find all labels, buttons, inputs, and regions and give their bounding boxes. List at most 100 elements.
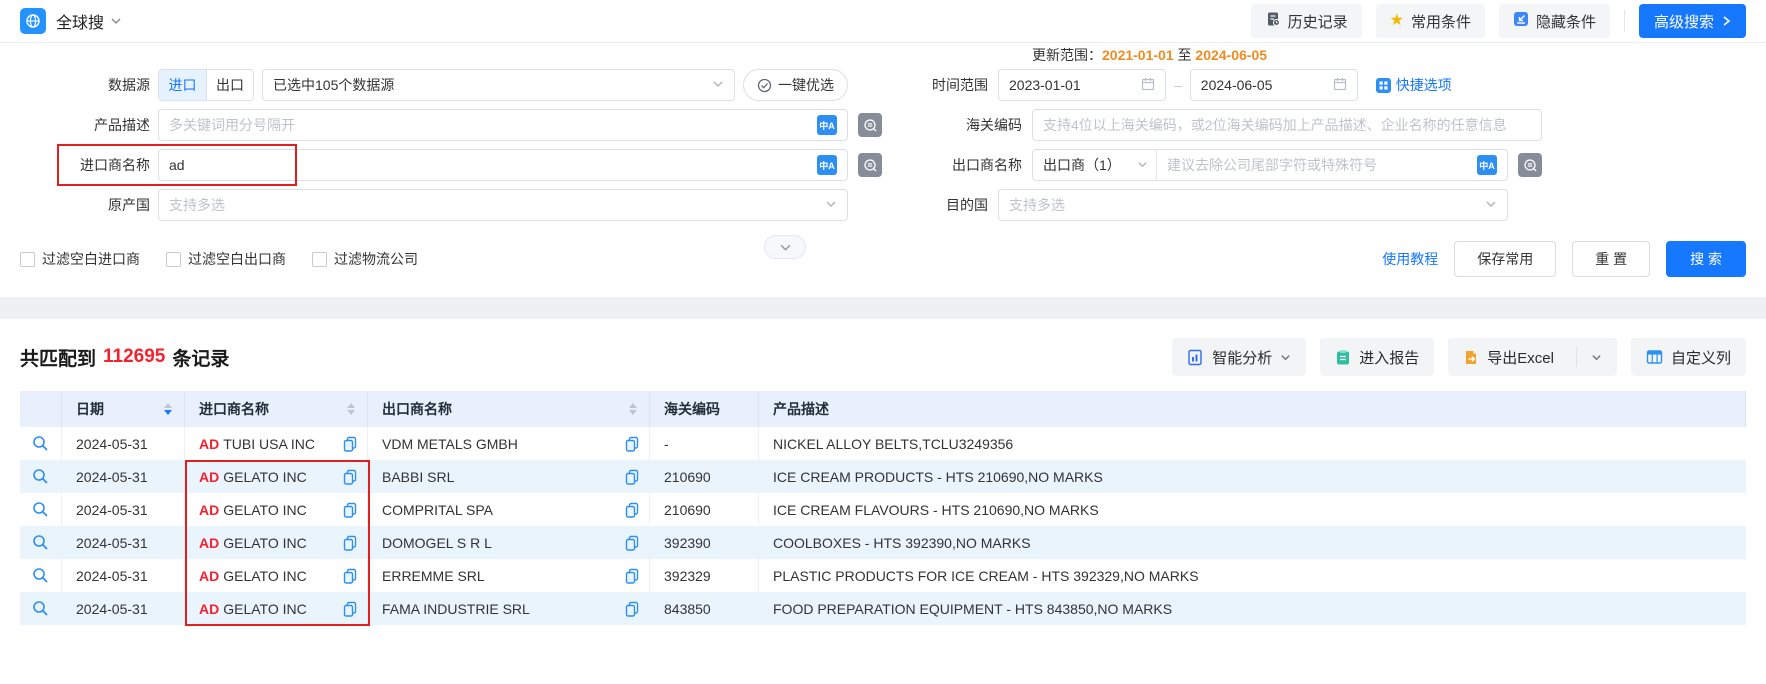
favorites-button[interactable]: ★ 常用条件 — [1376, 4, 1485, 38]
row-search-cell — [20, 460, 62, 493]
copy-icon[interactable] — [343, 601, 357, 617]
table-row[interactable]: 2024-05-31 AD GELATO INC BABBI SRL 21069… — [20, 460, 1746, 493]
importer-name-input[interactable] — [169, 150, 811, 180]
row-product-desc-cell: NICKEL ALLOY BELTS,TCLU3249356 — [759, 427, 1746, 460]
optimize-button-label: 一键优选 — [778, 75, 834, 95]
importer-name-text: GELATO INC — [223, 502, 307, 518]
exporter-name-input[interactable] — [1157, 150, 1471, 180]
enter-report-button[interactable]: 进入报告 — [1320, 338, 1434, 376]
save-favorite-button[interactable]: 保存常用 — [1454, 241, 1556, 277]
one-click-optimize-button[interactable]: 一键优选 — [743, 69, 848, 101]
importer-match-highlight: AD — [199, 502, 219, 518]
translate-icon[interactable]: 中A — [817, 115, 837, 135]
start-date-input[interactable]: 2023-01-01 — [998, 69, 1166, 101]
importer-name-text: GELATO INC — [223, 469, 307, 485]
row-importer-cell: AD GELATO INC — [185, 460, 368, 493]
filter-blank-importer-checkbox[interactable]: 过滤空白进口商 — [20, 249, 140, 269]
custom-columns-button[interactable]: 自定义列 — [1631, 338, 1746, 376]
product-desc-input[interactable] — [169, 110, 811, 140]
table-row[interactable]: 2024-05-31 AD GELATO INC ERREMME SRL 392… — [20, 559, 1746, 592]
smart-analysis-button[interactable]: 智能分析 — [1172, 338, 1306, 376]
exact-match-toggle-button[interactable] — [858, 113, 882, 137]
export-excel-button[interactable]: 导出Excel — [1448, 338, 1617, 376]
copy-icon[interactable] — [343, 568, 357, 584]
start-date-value: 2023-01-01 — [1009, 77, 1081, 93]
section-divider — [0, 297, 1766, 319]
advanced-search-button[interactable]: 高级搜索 — [1639, 4, 1746, 38]
copy-icon[interactable] — [625, 502, 639, 518]
table-row[interactable]: 2024-05-31 AD TUBI USA INC VDM METALS GM… — [20, 427, 1746, 460]
exact-match-toggle-button[interactable] — [1518, 153, 1542, 177]
row-search-cell — [20, 559, 62, 592]
table-header-row: 日期 进口商名称 出口商名称 海关编码 产品描述 — [20, 391, 1746, 427]
exporter-type-select[interactable]: 出口商（1） — [1041, 149, 1157, 181]
results-section: 共匹配到 112695 条记录 智能分析 进入报告 导出Excel — [0, 319, 1766, 674]
magnifier-icon[interactable] — [32, 534, 49, 551]
copy-icon[interactable] — [625, 436, 639, 452]
table-body: 2024-05-31 AD TUBI USA INC VDM METALS GM… — [20, 427, 1746, 625]
checkbox-icon — [166, 252, 181, 267]
sort-icons-date[interactable] — [164, 403, 172, 415]
copy-icon[interactable] — [625, 469, 639, 485]
history-icon — [1265, 11, 1281, 31]
sort-icons-importer[interactable] — [347, 403, 355, 415]
translate-icon[interactable]: 中A — [1477, 155, 1497, 175]
data-source-selected-value: 已选中105个数据源 — [273, 75, 394, 95]
magnifier-icon[interactable] — [32, 567, 49, 584]
exporter-name-text: ERREMME SRL — [382, 568, 485, 584]
filter-logistics-checkbox[interactable]: 过滤物流公司 — [312, 249, 418, 269]
checkbox-icon — [20, 252, 35, 267]
row-exporter-cell: FAMA INDUSTRIE SRL — [368, 592, 650, 625]
sort-icons-exporter[interactable] — [629, 403, 637, 415]
row-search-cell — [20, 526, 62, 559]
copy-icon[interactable] — [343, 535, 357, 551]
hide-conditions-button[interactable]: 隐藏条件 — [1499, 4, 1610, 38]
arrow-right-icon — [1721, 15, 1731, 27]
magnifier-icon[interactable] — [32, 435, 49, 452]
copy-icon[interactable] — [625, 568, 639, 584]
filter-blank-exporter-checkbox[interactable]: 过滤空白出口商 — [166, 249, 286, 269]
export-options-chevron[interactable] — [1576, 347, 1602, 367]
exact-match-toggle-button[interactable] — [858, 153, 882, 177]
chevron-down-icon — [1591, 352, 1602, 363]
search-button[interactable]: 搜 索 — [1666, 241, 1746, 277]
magnifier-icon[interactable] — [32, 600, 49, 617]
copy-icon[interactable] — [343, 469, 357, 485]
header-date[interactable]: 日期 — [62, 391, 185, 427]
enter-report-label: 进入报告 — [1359, 347, 1419, 368]
row-date-cell: 2024-05-31 — [62, 460, 185, 493]
magnifier-icon[interactable] — [32, 501, 49, 518]
tab-export[interactable]: 出口 — [206, 70, 253, 100]
row-hs-code-cell: 392329 — [650, 559, 759, 592]
excel-export-icon — [1463, 349, 1479, 366]
tab-import[interactable]: 进口 — [159, 70, 206, 100]
tutorial-link[interactable]: 使用教程 — [1382, 249, 1438, 269]
exporter-name-text: DOMOGEL S R L — [382, 535, 492, 551]
origin-country-select[interactable]: 支持多选 — [158, 189, 848, 221]
end-date-input[interactable]: 2024-06-05 — [1190, 69, 1358, 101]
copy-icon[interactable] — [625, 601, 639, 617]
copy-icon[interactable] — [343, 436, 357, 452]
table-row[interactable]: 2024-05-31 AD GELATO INC FAMA INDUSTRIE … — [20, 592, 1746, 625]
reset-button[interactable]: 重 置 — [1572, 241, 1650, 277]
importer-match-highlight: AD — [199, 469, 219, 485]
data-source-select[interactable]: 已选中105个数据源 — [262, 69, 735, 101]
favorites-button-label: 常用条件 — [1411, 11, 1471, 32]
search-form: 更新范围：2021-01-01 至 2024-06-05 数据源 进口 出口 已… — [0, 43, 1766, 297]
chevron-down-icon[interactable] — [110, 15, 122, 27]
table-row[interactable]: 2024-05-31 AD GELATO INC COMPRITAL SPA 2… — [20, 493, 1746, 526]
dest-country-select[interactable]: 支持多选 — [998, 189, 1508, 221]
customs-code-input[interactable] — [1043, 110, 1531, 140]
row-date-cell: 2024-05-31 — [62, 592, 185, 625]
quick-options-link[interactable]: 快捷选项 — [1376, 75, 1452, 95]
history-button[interactable]: 历史记录 — [1251, 4, 1362, 38]
header-exporter[interactable]: 出口商名称 — [368, 391, 650, 427]
copy-icon[interactable] — [625, 535, 639, 551]
copy-icon[interactable] — [343, 502, 357, 518]
table-row[interactable]: 2024-05-31 AD GELATO INC DOMOGEL S R L 3… — [20, 526, 1746, 559]
magnifier-icon[interactable] — [32, 468, 49, 485]
translate-icon[interactable]: 中A — [817, 155, 837, 175]
check-circle-icon — [757, 78, 772, 93]
header-importer[interactable]: 进口商名称 — [185, 391, 368, 427]
collapse-form-button[interactable] — [764, 235, 806, 259]
